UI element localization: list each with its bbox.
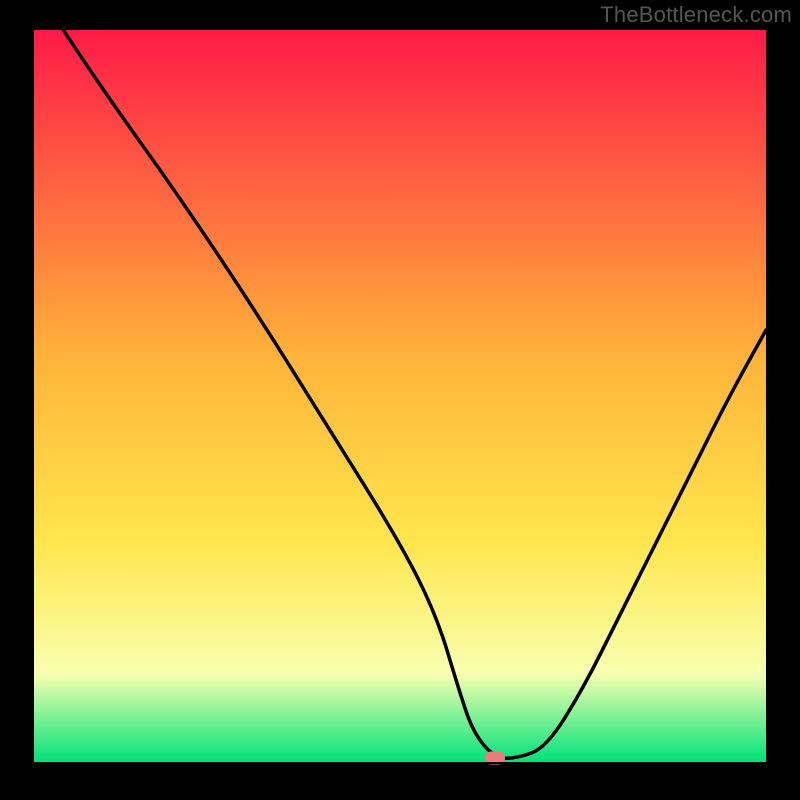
attribution-watermark: TheBottleneck.com — [600, 2, 792, 28]
plot-area — [34, 30, 766, 762]
y-axis — [32, 30, 34, 762]
bottleneck-curve — [34, 30, 766, 762]
figure-root: TheBottleneck.com — [0, 0, 800, 800]
x-axis — [34, 762, 766, 764]
